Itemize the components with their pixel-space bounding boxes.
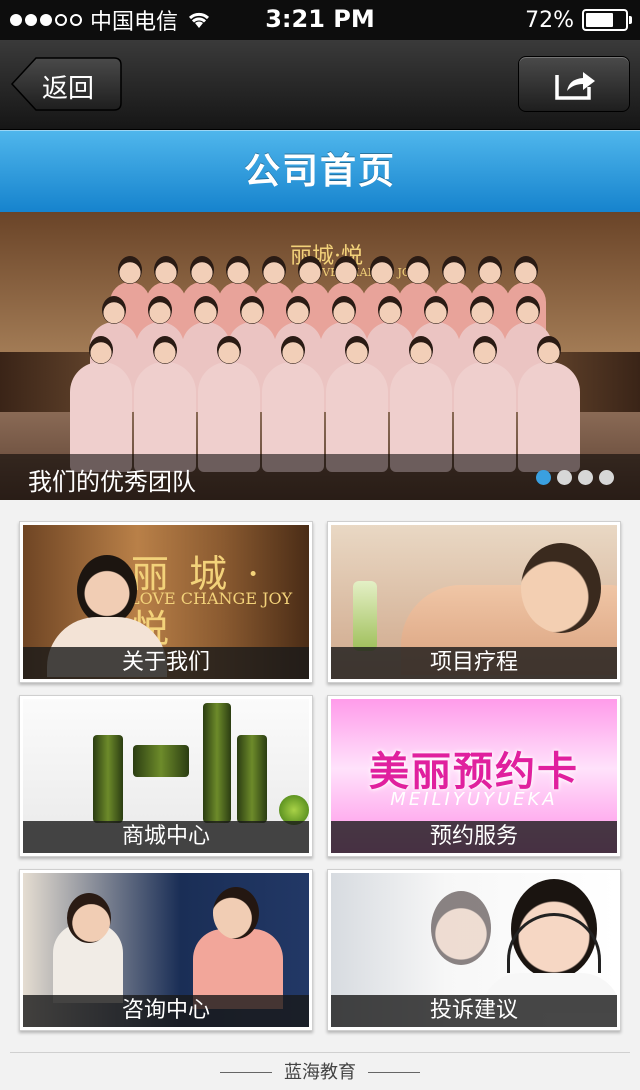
pager-dot[interactable]	[557, 470, 572, 485]
pager-dot[interactable]	[536, 470, 551, 485]
tile-label: 咨询中心	[23, 995, 309, 1027]
battery-icon	[582, 9, 632, 31]
tile-consultation[interactable]: 咨询中心	[19, 869, 313, 1031]
product-bottle	[203, 703, 231, 823]
woman-figure	[77, 555, 137, 625]
about-us-image: 丽 城 · 悦 LOVE CHANGE JOY 关于我们	[23, 525, 309, 679]
back-label: 返回	[42, 74, 95, 104]
navigation-bar: 返回	[0, 40, 640, 130]
page-title: 公司首页	[243, 151, 396, 192]
footer: 蓝海教育	[0, 1058, 640, 1088]
tile-about-us[interactable]: 丽 城 · 悦 LOVE CHANGE JOY 关于我们	[19, 521, 313, 683]
pager-dot[interactable]	[578, 470, 593, 485]
tile-label: 项目疗程	[331, 647, 617, 679]
title-bar: 公司首页	[0, 130, 640, 212]
tile-label: 商城中心	[23, 821, 309, 853]
carousel-pager[interactable]	[536, 470, 614, 485]
status-right: 72%	[525, 6, 632, 34]
tile-booking[interactable]: 美丽预约卡 MEILIYUYUEKA 预约服务	[327, 695, 621, 857]
hero-sign-en: LOVE CHANGE JOY	[306, 266, 419, 279]
massage-head	[521, 543, 601, 633]
tile-shop[interactable]: 商城中心	[19, 695, 313, 857]
tile-label: 预约服务	[331, 821, 617, 853]
treatments-image: 项目疗程	[331, 525, 617, 679]
pager-dot[interactable]	[599, 470, 614, 485]
battery-percent: 72%	[525, 7, 574, 33]
hero-caption: 我们的优秀团队	[28, 468, 196, 496]
consultation-image: 咨询中心	[23, 873, 309, 1027]
about-sign-en: LOVE CHANGE JOY	[129, 589, 293, 608]
product-bottle	[237, 735, 267, 823]
tile-label: 关于我们	[23, 647, 309, 679]
bottle-decor	[353, 581, 377, 651]
share-button[interactable]	[518, 56, 630, 112]
footer-text: 蓝海教育	[272, 1062, 368, 1083]
product-bottle	[93, 735, 123, 823]
status-bar: 中国电信 3:21 PM 72%	[0, 0, 640, 40]
booking-card-subtitle: MEILIYUYUEKA	[390, 789, 558, 810]
share-icon	[555, 72, 595, 100]
hero-caption-bar: 我们的优秀团队	[0, 454, 640, 500]
tile-feedback[interactable]: 投诉建议	[327, 869, 621, 1031]
consultant-head	[213, 887, 259, 939]
product-jar	[133, 745, 189, 777]
footer-divider	[10, 1052, 630, 1053]
tile-label: 投诉建议	[331, 995, 617, 1027]
client-head	[67, 893, 111, 943]
feedback-image: 投诉建议	[331, 873, 617, 1027]
agent-head-blur	[431, 891, 491, 965]
back-button[interactable]: 返回	[10, 56, 122, 112]
shop-image: 商城中心	[23, 699, 309, 853]
tile-treatments[interactable]: 项目疗程	[327, 521, 621, 683]
hero-carousel[interactable]: 丽城·悦 LOVE CHANGE JOY 我们的优秀团队	[0, 212, 640, 500]
booking-card-image: 美丽预约卡 MEILIYUYUEKA 预约服务	[331, 699, 617, 853]
